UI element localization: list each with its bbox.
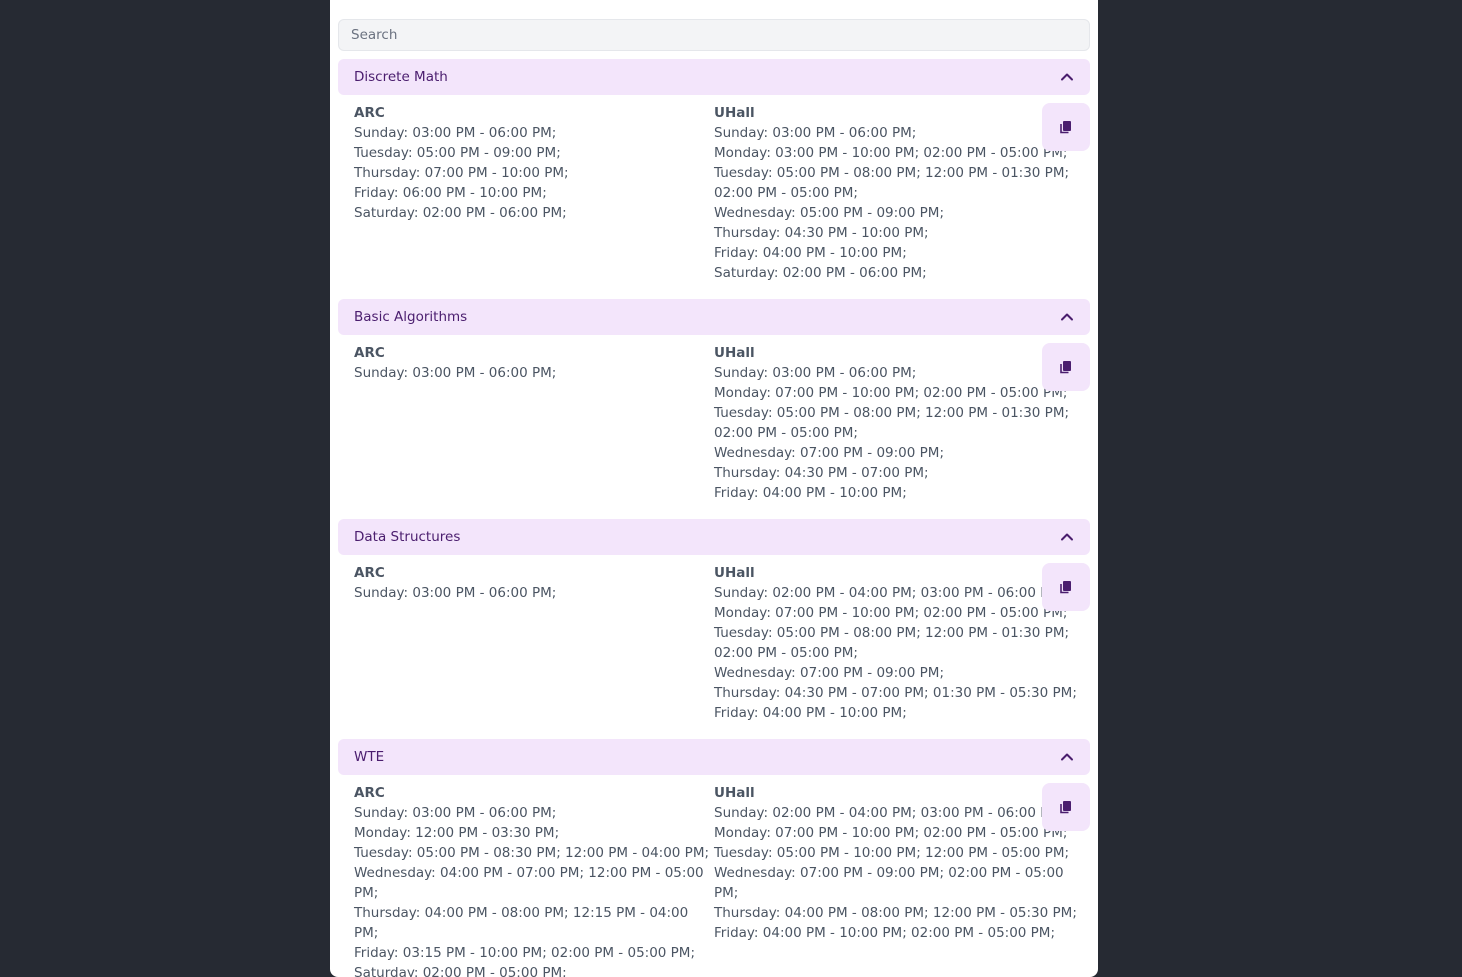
- search-input[interactable]: [338, 19, 1090, 51]
- copy-button[interactable]: [1042, 563, 1090, 611]
- location-name: UHall: [714, 345, 755, 361]
- schedule-line: Wednesday: 04:00 PM - 07:00 PM; 12:00 PM…: [354, 865, 704, 901]
- schedule-line: Sunday: 03:00 PM - 06:00 PM;: [714, 125, 917, 141]
- schedule-line: Sunday: 03:00 PM - 06:00 PM;: [354, 805, 557, 821]
- schedule-line: Wednesday: 07:00 PM - 09:00 PM;: [714, 665, 944, 681]
- schedule-line: Thursday: 04:00 PM - 08:00 PM; 12:00 PM …: [714, 905, 1077, 921]
- schedule-line: Monday: 07:00 PM - 10:00 PM; 02:00 PM - …: [714, 385, 1068, 401]
- location-column-uhall: UHall Sunday: 02:00 PM - 04:00 PM; 03:00…: [714, 783, 1084, 943]
- schedule-line: Sunday: 02:00 PM - 04:00 PM; 03:00 PM - …: [714, 585, 1065, 601]
- schedule-line: Friday: 04:00 PM - 10:00 PM;: [714, 705, 907, 721]
- course-title: Discrete Math: [354, 69, 448, 85]
- schedule-line: Saturday: 02:00 PM - 06:00 PM;: [354, 205, 567, 221]
- course-body: ARC Sunday: 03:00 PM - 06:00 PM; Tuesday…: [338, 95, 1090, 281]
- schedule-line: Wednesday: 07:00 PM - 09:00 PM; 02:00 PM…: [714, 865, 1064, 901]
- location-column-uhall: UHall Sunday: 03:00 PM - 06:00 PM; Monda…: [714, 343, 1084, 503]
- schedule-line: Friday: 04:00 PM - 10:00 PM; 02:00 PM - …: [714, 925, 1056, 941]
- schedule-line: Sunday: 03:00 PM - 06:00 PM;: [354, 585, 557, 601]
- schedule-line: Thursday: 04:00 PM - 08:00 PM; 12:15 PM …: [354, 905, 689, 941]
- schedule-line: Sunday: 03:00 PM - 06:00 PM;: [354, 125, 557, 141]
- course-section: Basic Algorithms ARC Sunday: 03:00 PM - …: [338, 299, 1090, 501]
- schedule-line: Thursday: 04:30 PM - 10:00 PM;: [714, 225, 929, 241]
- location-name: ARC: [354, 785, 385, 801]
- course-header[interactable]: Discrete Math: [338, 59, 1090, 95]
- schedule-panel: Discrete Math ARC Sunday: 03:00 PM - 06:…: [330, 0, 1098, 977]
- schedule-line: Monday: 03:00 PM - 10:00 PM; 02:00 PM - …: [714, 145, 1068, 161]
- schedule-line: Saturday: 02:00 PM - 05:00 PM;: [354, 965, 567, 977]
- copy-button[interactable]: [1042, 343, 1090, 391]
- location-column-arc: ARC Sunday: 03:00 PM - 06:00 PM; Monday:…: [354, 783, 710, 977]
- schedule-line: Thursday: 04:30 PM - 07:00 PM;: [714, 465, 929, 481]
- copy-icon: [1060, 361, 1071, 374]
- location-name: UHall: [714, 565, 755, 581]
- schedule-line: Thursday: 04:30 PM - 07:00 PM; 01:30 PM …: [714, 685, 1077, 701]
- chevron-up-icon[interactable]: [1060, 310, 1074, 324]
- schedule-line: Monday: 12:00 PM - 03:30 PM;: [354, 825, 560, 841]
- location-name: ARC: [354, 105, 385, 121]
- copy-icon: [1060, 801, 1071, 814]
- schedule-line: Monday: 07:00 PM - 10:00 PM; 02:00 PM - …: [714, 825, 1068, 841]
- location-column-arc: ARC Sunday: 03:00 PM - 06:00 PM;: [354, 563, 710, 603]
- schedule-line: Sunday: 03:00 PM - 06:00 PM;: [354, 365, 557, 381]
- location-column-arc: ARC Sunday: 03:00 PM - 06:00 PM; Tuesday…: [354, 103, 710, 223]
- course-section: Data Structures ARC Sunday: 03:00 PM - 0…: [338, 519, 1090, 721]
- course-section: WTE ARC Sunday: 03:00 PM - 06:00 PM; Mon…: [338, 739, 1090, 977]
- schedule-line: Tuesday: 05:00 PM - 09:00 PM;: [354, 145, 561, 161]
- schedule-line: Wednesday: 05:00 PM - 09:00 PM;: [714, 205, 944, 221]
- course-body: ARC Sunday: 03:00 PM - 06:00 PM; UHall S…: [338, 335, 1090, 501]
- course-body: ARC Sunday: 03:00 PM - 06:00 PM; UHall S…: [338, 555, 1090, 721]
- schedule-line: Tuesday: 05:00 PM - 08:00 PM; 12:00 PM -…: [714, 405, 1070, 441]
- course-title: WTE: [354, 749, 385, 765]
- copy-button[interactable]: [1042, 103, 1090, 151]
- schedule-line: Friday: 04:00 PM - 10:00 PM;: [714, 245, 907, 261]
- schedule-line: Tuesday: 05:00 PM - 10:00 PM; 12:00 PM -…: [714, 845, 1070, 861]
- schedule-line: Tuesday: 05:00 PM - 08:00 PM; 12:00 PM -…: [714, 165, 1070, 201]
- chevron-up-icon[interactable]: [1060, 70, 1074, 84]
- location-name: ARC: [354, 345, 385, 361]
- course-header[interactable]: Basic Algorithms: [338, 299, 1090, 335]
- schedule-line: Tuesday: 05:00 PM - 08:30 PM; 12:00 PM -…: [354, 845, 710, 861]
- schedule-line: Wednesday: 07:00 PM - 09:00 PM;: [714, 445, 944, 461]
- course-header[interactable]: WTE: [338, 739, 1090, 775]
- schedule-line: Sunday: 02:00 PM - 04:00 PM; 03:00 PM - …: [714, 805, 1065, 821]
- schedule-line: Monday: 07:00 PM - 10:00 PM; 02:00 PM - …: [714, 605, 1068, 621]
- copy-icon: [1060, 581, 1071, 594]
- course-body: ARC Sunday: 03:00 PM - 06:00 PM; Monday:…: [338, 775, 1090, 977]
- location-column-arc: ARC Sunday: 03:00 PM - 06:00 PM;: [354, 343, 710, 383]
- schedule-line: Sunday: 03:00 PM - 06:00 PM;: [714, 365, 917, 381]
- schedule-line: Friday: 06:00 PM - 10:00 PM;: [354, 185, 547, 201]
- course-section: Discrete Math ARC Sunday: 03:00 PM - 06:…: [338, 59, 1090, 281]
- copy-button[interactable]: [1042, 783, 1090, 831]
- location-name: ARC: [354, 565, 385, 581]
- schedule-line: Tuesday: 05:00 PM - 08:00 PM; 12:00 PM -…: [714, 625, 1070, 661]
- chevron-up-icon[interactable]: [1060, 530, 1074, 544]
- location-name: UHall: [714, 785, 755, 801]
- schedule-line: Saturday: 02:00 PM - 06:00 PM;: [714, 265, 927, 281]
- course-title: Data Structures: [354, 529, 461, 545]
- location-name: UHall: [714, 105, 755, 121]
- course-title: Basic Algorithms: [354, 309, 468, 325]
- chevron-up-icon[interactable]: [1060, 750, 1074, 764]
- schedule-line: Thursday: 07:00 PM - 10:00 PM;: [354, 165, 569, 181]
- schedule-line: Friday: 04:00 PM - 10:00 PM;: [714, 485, 907, 501]
- course-header[interactable]: Data Structures: [338, 519, 1090, 555]
- schedule-line: Friday: 03:15 PM - 10:00 PM; 02:00 PM - …: [354, 945, 696, 961]
- copy-icon: [1060, 121, 1071, 134]
- location-column-uhall: UHall Sunday: 03:00 PM - 06:00 PM; Monda…: [714, 103, 1084, 283]
- location-column-uhall: UHall Sunday: 02:00 PM - 04:00 PM; 03:00…: [714, 563, 1084, 723]
